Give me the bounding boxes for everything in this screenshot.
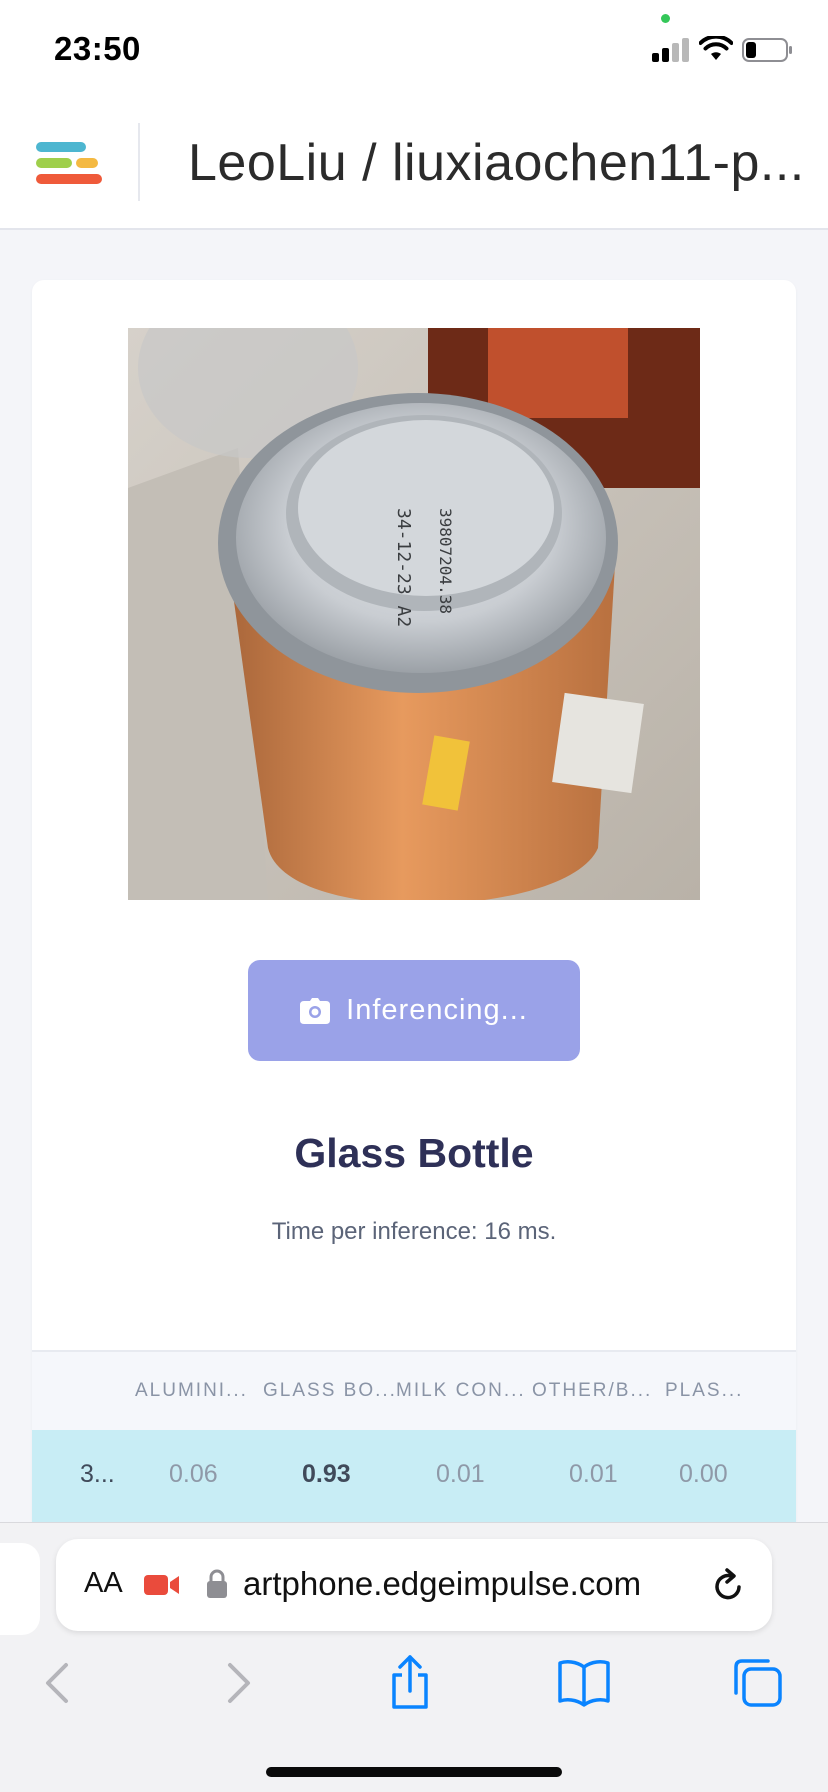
camera-preview-image: 34-12-23 A2 39807204.38 bbox=[128, 328, 700, 900]
lock-icon bbox=[207, 1569, 227, 1598]
previous-tab-peek[interactable] bbox=[0, 1543, 40, 1635]
edge-impulse-logo-icon[interactable] bbox=[36, 139, 104, 191]
column-header: OTHER/B... bbox=[532, 1380, 653, 1401]
app-header: LeoLiu / liuxiaochen11-p... bbox=[0, 95, 828, 230]
status-bar: 23:50 bbox=[0, 0, 828, 95]
camera-in-use-indicator bbox=[661, 14, 670, 23]
home-indicator[interactable] bbox=[266, 1767, 562, 1777]
table-row[interactable]: 3... 0.06 0.93 0.01 0.01 0.00 bbox=[32, 1430, 796, 1522]
camera-active-icon[interactable] bbox=[144, 1573, 180, 1597]
column-header: GLASS BO... bbox=[263, 1380, 397, 1401]
address-bar[interactable]: AA artphone.edgeimpulse.com bbox=[56, 1539, 772, 1631]
battery-icon bbox=[742, 38, 792, 62]
camera-icon bbox=[300, 997, 331, 1024]
tabs-icon[interactable] bbox=[728, 1653, 788, 1713]
column-header: PLAS... bbox=[665, 1380, 744, 1401]
table-cell-timestamp: 3... bbox=[80, 1460, 115, 1488]
inference-button-label: Inferencing... bbox=[346, 994, 528, 1026]
reader-options-button[interactable]: AA bbox=[84, 1567, 123, 1600]
forward-icon[interactable] bbox=[206, 1653, 266, 1713]
table-cell: 0.01 bbox=[569, 1460, 618, 1488]
svg-text:39807204.38: 39807204.38 bbox=[436, 508, 455, 614]
browser-toolbar bbox=[0, 1653, 828, 1733]
table-cell-best: 0.93 bbox=[302, 1460, 351, 1488]
cellular-signal-icon bbox=[652, 38, 690, 62]
classification-result: Glass Bottle bbox=[294, 1130, 534, 1176]
column-header: MILK CON... bbox=[396, 1380, 526, 1401]
results-table-header: ALUMINI... GLASS BO... MILK CON... OTHER… bbox=[32, 1350, 796, 1430]
classification-card: 34-12-23 A2 39807204.38 Inferencing... G… bbox=[32, 280, 796, 1540]
table-cell: 0.00 bbox=[679, 1460, 728, 1488]
table-cell: 0.01 bbox=[436, 1460, 485, 1488]
bookmarks-icon[interactable] bbox=[554, 1653, 614, 1713]
inference-time: Time per inference: 16 ms. bbox=[271, 1218, 557, 1245]
share-icon[interactable] bbox=[380, 1653, 440, 1713]
svg-text:34-12-23 A2: 34-12-23 A2 bbox=[393, 508, 414, 627]
inference-button[interactable]: Inferencing... bbox=[248, 960, 580, 1061]
column-header: ALUMINI... bbox=[135, 1380, 248, 1401]
reload-icon[interactable] bbox=[711, 1565, 747, 1605]
back-icon[interactable] bbox=[30, 1653, 90, 1713]
url-text[interactable]: artphone.edgeimpulse.com bbox=[243, 1565, 641, 1603]
wifi-icon bbox=[699, 36, 733, 60]
page: 23:50 LeoLiu / liuxiaochen11-p... 34-12-… bbox=[0, 0, 828, 1792]
project-title[interactable]: LeoLiu / liuxiaochen11-p... bbox=[188, 133, 808, 193]
header-divider bbox=[138, 123, 140, 201]
browser-bottom-bar: AA artphone.edgeimpulse.com bbox=[0, 1522, 828, 1792]
table-cell: 0.06 bbox=[169, 1460, 218, 1488]
status-time: 23:50 bbox=[54, 30, 141, 67]
results-table: ALUMINI... GLASS BO... MILK CON... OTHER… bbox=[32, 1350, 796, 1522]
